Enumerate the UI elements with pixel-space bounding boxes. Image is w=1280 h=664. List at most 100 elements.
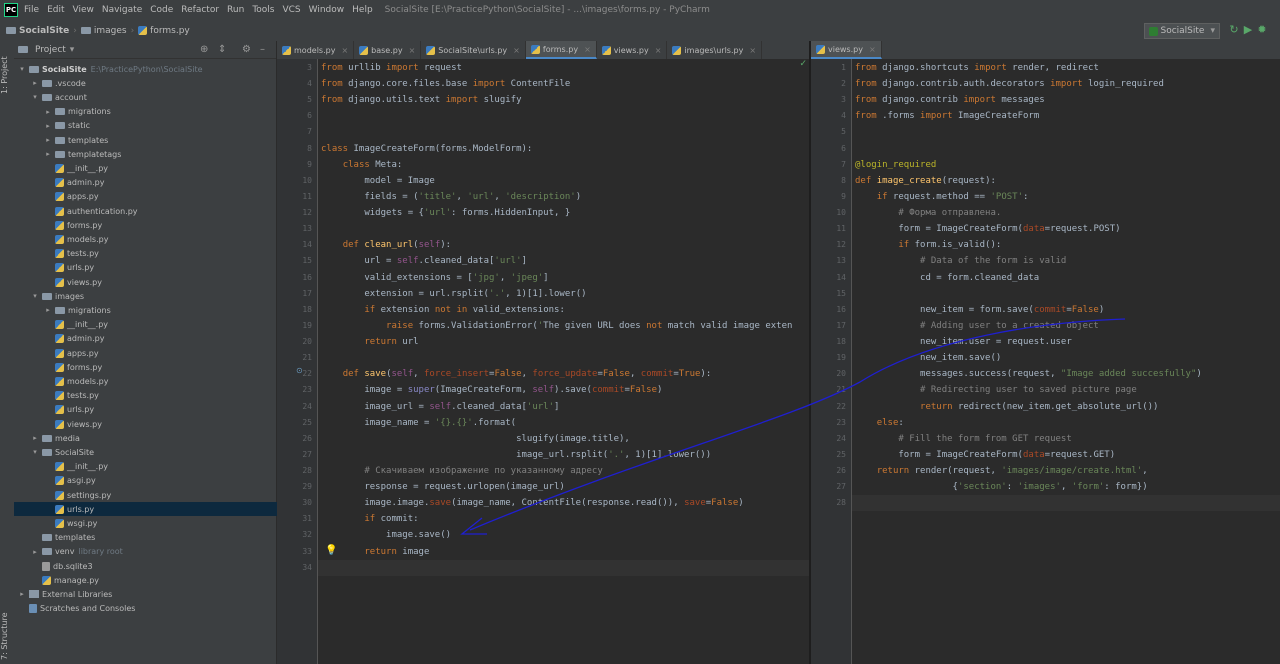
menu-run[interactable]: Run	[227, 5, 244, 15]
code-line[interactable]: if request.method == 'POST':	[852, 189, 1280, 205]
structure-tool-tab[interactable]: 7: Structure	[0, 611, 14, 661]
tree-item[interactable]: views.py	[14, 417, 306, 431]
code-line[interactable]: from django.contrib.auth.decorators impo…	[852, 76, 1280, 92]
code-line[interactable]: @login_required	[852, 157, 1280, 173]
tree-item[interactable]: ▸ External Libraries	[14, 587, 280, 601]
code-line[interactable]: raise forms.ValidationError('The given U…	[318, 318, 809, 334]
code-line[interactable]: return url	[318, 334, 809, 350]
tree-item[interactable]: models.py	[14, 374, 306, 388]
code-line[interactable]: def save(self, force_insert=False, force…	[318, 366, 809, 382]
code-line[interactable]: image_url = self.cleaned_data['url']	[318, 399, 809, 415]
code-line[interactable]	[318, 350, 809, 366]
chevron-right-icon[interactable]: ▸	[44, 122, 52, 130]
chevron-right-icon[interactable]: ▸	[44, 306, 52, 314]
close-icon[interactable]: ×	[409, 46, 416, 55]
code-line[interactable]: from django.utils.text import slugify	[318, 92, 809, 108]
tree-item[interactable]: __init__.py	[14, 318, 306, 332]
tree-item[interactable]: authentication.py	[14, 204, 306, 218]
code-line[interactable]: # Fill the form from GET request	[852, 431, 1280, 447]
tree-item[interactable]: urls.py	[14, 502, 306, 517]
tree-item[interactable]: models.py	[14, 232, 306, 246]
menu-code[interactable]: Code	[150, 5, 173, 15]
override-icon[interactable]: ⊙	[296, 366, 303, 375]
close-icon[interactable]: ×	[655, 46, 662, 55]
code-line[interactable]	[852, 124, 1280, 140]
close-icon[interactable]: ×	[341, 46, 348, 55]
code-area[interactable]: from urllib import request from django.co…	[318, 59, 809, 664]
tree-item[interactable]: ▸ migrations	[14, 105, 306, 119]
code-line[interactable]: form = ImageCreateForm(data=request.GET)	[852, 447, 1280, 463]
code-line[interactable]: # Adding user to a created object	[852, 318, 1280, 334]
chevron-down-icon[interactable]: ▾	[31, 448, 39, 456]
code-line[interactable]: response = request.urlopen(image_url)	[318, 479, 809, 495]
tree-item[interactable]: tests.py	[14, 247, 306, 261]
build-icon[interactable]: ↻	[1228, 24, 1240, 36]
tree-item[interactable]: views.py	[14, 275, 306, 289]
code-line[interactable]: cd = form.cleaned_data	[852, 270, 1280, 286]
editor-tab[interactable]: base.py ×	[354, 41, 422, 59]
code-line[interactable]: image = super(ImageCreateForm, self).sav…	[318, 382, 809, 398]
code-line[interactable]: # Форма отправлена.	[852, 205, 1280, 221]
tree-item[interactable]: admin.py	[14, 176, 306, 190]
tree-item[interactable]: forms.py	[14, 218, 306, 232]
editor-forms-py[interactable]: 3 4 5 6 7 8 9 10 11 12 13 14 15 16 17 18 19 20 21 22 23 24 25 2…	[277, 59, 809, 664]
code-line[interactable]	[318, 108, 809, 124]
chevron-down-icon[interactable]: ▾	[70, 45, 75, 55]
code-line[interactable]: # Скачиваем изображение по указанному ад…	[318, 463, 809, 479]
code-line[interactable]: image.save()	[318, 527, 809, 543]
code-line[interactable]: valid_extensions = ['jpg', 'jpeg']	[318, 270, 809, 286]
tree-item[interactable]: templates	[14, 531, 293, 545]
tree-item[interactable]: ▸ static	[14, 119, 306, 133]
code-line[interactable]: fields = ('title', 'url', 'description')	[318, 189, 809, 205]
tree-item[interactable]: ▾ SocialSite	[14, 445, 293, 459]
code-line[interactable]: model = Image	[318, 173, 809, 189]
chevron-right-icon[interactable]: ▸	[31, 548, 39, 556]
tree-item[interactable]: apps.py	[14, 346, 306, 360]
close-icon[interactable]: ×	[584, 45, 591, 54]
chevron-down-icon[interactable]: ▾	[31, 93, 39, 101]
run-config-dropdown[interactable]: SocialSite ▾	[1143, 23, 1220, 39]
menu-vcs[interactable]: VCS	[282, 5, 300, 15]
tree-item[interactable]: wsgi.py	[14, 516, 306, 530]
chevron-down-icon[interactable]: ▾	[18, 65, 26, 73]
collapse-icon[interactable]: ⇕	[218, 44, 226, 55]
tree-item[interactable]: apps.py	[14, 190, 306, 204]
editor-tab[interactable]: views.py ×	[811, 41, 882, 59]
code-line[interactable]	[318, 124, 809, 140]
code-line[interactable]: new_item.user = request.user	[852, 334, 1280, 350]
tree-item[interactable]: urls.py	[14, 403, 306, 417]
code-line[interactable]: if commit:	[318, 511, 809, 527]
tree-item[interactable]: ▸ media	[14, 431, 293, 445]
code-line[interactable]: class Meta:	[318, 157, 809, 173]
tree-item[interactable]: forms.py	[14, 360, 306, 374]
code-line[interactable]: from .forms import ImageCreateForm	[852, 108, 1280, 124]
gear-icon[interactable]: ⚙	[242, 44, 251, 55]
code-line[interactable]: from django.shortcuts import render, red…	[852, 60, 1280, 76]
code-line[interactable]: image_name = '{}.{}'.format(	[318, 415, 809, 431]
tree-item[interactable]: settings.py	[14, 488, 306, 502]
editor-tab[interactable]: images\urls.py ×	[667, 41, 763, 59]
editor-tab[interactable]: models.py ×	[277, 41, 355, 59]
close-icon[interactable]: ×	[869, 45, 876, 54]
close-icon[interactable]: ×	[513, 46, 520, 55]
tree-item[interactable]: __init__.py	[14, 161, 306, 175]
menu-file[interactable]: File	[24, 5, 39, 15]
menu-view[interactable]: View	[73, 5, 94, 15]
project-panel-title[interactable]: Project	[35, 45, 66, 55]
code-line[interactable]: from urllib import request	[318, 60, 809, 76]
breadcrumb-file[interactable]: forms.py	[138, 26, 190, 36]
tree-item[interactable]: admin.py	[14, 332, 306, 346]
chevron-down-icon[interactable]: ▾	[31, 292, 39, 300]
run-icon[interactable]: ▶	[1242, 24, 1254, 36]
code-line[interactable]: return image	[318, 544, 809, 560]
code-line[interactable]: url = self.cleaned_data['url']	[318, 253, 809, 269]
code-line[interactable]: if form.is_valid():	[852, 237, 1280, 253]
code-line[interactable]: else:	[852, 415, 1280, 431]
editor-views-py[interactable]: 1 2 3 4 5 6 7 8 9 10 11 12 13 14 15 16 17 18 19 20 21 22 23 24 2…	[811, 59, 1280, 664]
chevron-right-icon[interactable]: ▸	[44, 108, 52, 116]
code-line[interactable]: messages.success(request, "Image added s…	[852, 366, 1280, 382]
menu-refactor[interactable]: Refactor	[181, 5, 219, 15]
code-line[interactable]: from django.core.files.base import Conte…	[318, 76, 809, 92]
tree-item[interactable]: ▸ .vscode	[14, 76, 293, 90]
locate-icon[interactable]: ⊕	[200, 44, 208, 55]
